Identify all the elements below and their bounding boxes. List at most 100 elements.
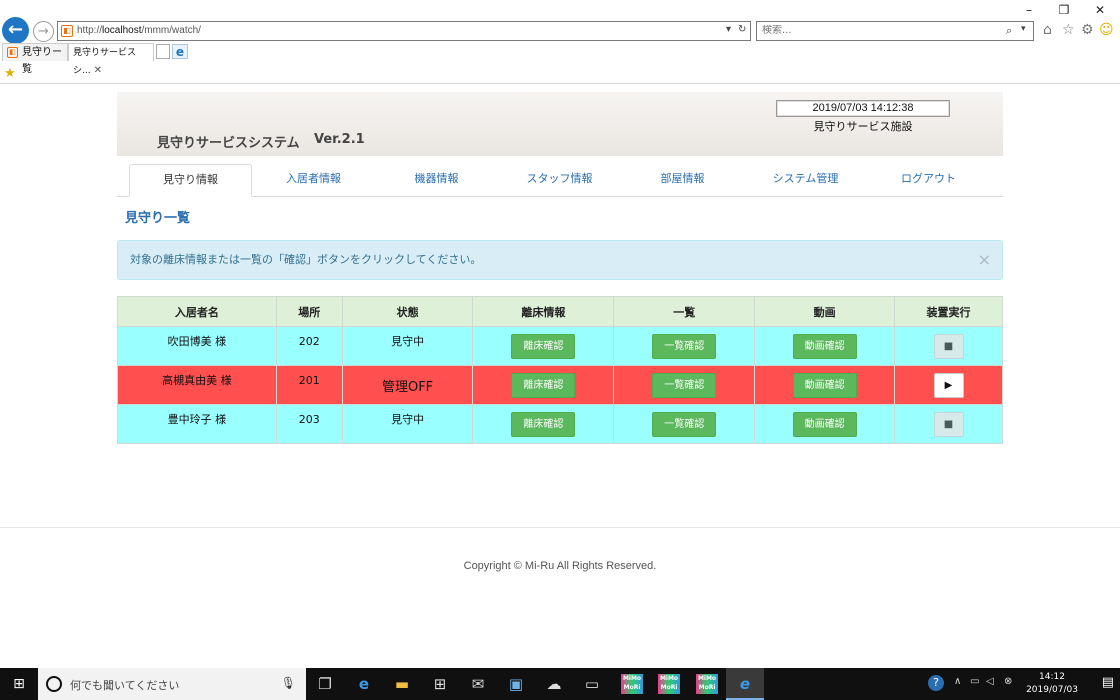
alert-close-icon[interactable]: × — [978, 241, 991, 278]
resident-name: 吹田博美 様 — [167, 335, 227, 348]
clock-time: 14:12 — [1039, 672, 1065, 682]
cortana-icon — [46, 676, 62, 692]
arrow-left-icon: ← — [7, 19, 24, 40]
resident-name: 高槻真由美 様 — [162, 374, 232, 387]
column-header: 場所 — [276, 296, 343, 327]
column-header: 動画 — [754, 296, 896, 327]
tab-close-icon[interactable]: ✕ — [94, 65, 102, 76]
mimamori-app-icon[interactable]: MiMo MoRi — [658, 674, 680, 694]
room-number: 201 — [298, 373, 320, 387]
browser-search-box[interactable]: ⌕ ▾ — [756, 21, 1034, 41]
page-title: 見守り一覧 — [125, 211, 191, 226]
close-window-button[interactable]: ✕ — [1083, 2, 1117, 18]
home-icon[interactable]: ⌂ — [1043, 22, 1052, 38]
column-header: 装置実行 — [894, 296, 1003, 327]
video-check-button[interactable]: 動画確認 — [792, 411, 857, 437]
notification-icon[interactable]: ▤ — [1102, 675, 1114, 690]
volume-icon[interactable]: ◁ — [986, 676, 994, 687]
mimamori-app-icon[interactable]: MiMo MoRi — [696, 674, 718, 694]
network-icon[interactable]: ▭ — [970, 676, 979, 687]
back-button[interactable]: ← — [2, 17, 29, 44]
microphone-icon[interactable]: 🎙 — [281, 676, 296, 690]
smiley-feedback-icon[interactable]: ☺ — [1099, 22, 1114, 38]
alert-message: 対象の離床情報または一覧の「確認」ボタンをクリックしてください。 — [130, 253, 482, 266]
edge-icon[interactable]: e — [345, 668, 383, 700]
browser-tab-2[interactable]: 見守りサービスシ... ✕ — [68, 43, 154, 76]
search-icon[interactable]: ⌕ — [1006, 24, 1012, 38]
column-header: 離床情報 — [472, 296, 615, 327]
tab-logout[interactable]: ログアウト — [867, 164, 990, 197]
stop-icon[interactable]: ■ — [933, 411, 964, 437]
app-title: 見守りサービスシステム — [157, 136, 300, 151]
address-url[interactable]: http://localhost/mmm/watch/ — [77, 25, 201, 36]
room-number: 202 — [298, 334, 320, 348]
address-bar[interactable]: ◧ http://localhost/mmm/watch/ ▾ ↻ — [57, 21, 751, 41]
tab-resident-info[interactable]: 入居者情報 — [252, 164, 375, 197]
task-view-icon[interactable]: ❐ — [306, 668, 344, 700]
table-row: 豊中玲子 様 203 見守中 離床確認 一覧確認 動画確認 ■ — [117, 404, 1003, 444]
taskbar-search-placeholder: 何でも聞いてください — [70, 679, 180, 692]
photos-icon[interactable]: ▣ — [497, 668, 535, 700]
minimize-button[interactable]: – — [1012, 2, 1046, 18]
copyright-text: Copyright © Mi-Ru All Rights Reserved. — [463, 560, 657, 572]
watch-state: 見守中 — [391, 335, 425, 348]
footer-divider — [0, 527, 1120, 528]
table-row: 高槻真由美 様 201 管理OFF 離床確認 一覧確認 動画確認 ▶ — [117, 365, 1003, 405]
tab-system-admin[interactable]: システム管理 — [744, 164, 867, 197]
taskbar-search[interactable]: 何でも聞いてください 🎙 — [38, 668, 306, 700]
favorites-bar-star-icon[interactable]: ★ — [4, 66, 16, 81]
tab-device-info[interactable]: 機器情報 — [375, 164, 498, 197]
play-icon[interactable]: ▶ — [933, 372, 964, 398]
taskbar-clock[interactable]: 14:12 2019/07/03 — [1022, 671, 1082, 697]
favorites-star-icon[interactable]: ☆ — [1062, 22, 1075, 38]
column-header: 一覧 — [613, 296, 756, 327]
watch-state: 見守中 — [391, 413, 425, 426]
settings-gear-icon[interactable]: ⚙ — [1081, 22, 1094, 38]
list-check-button[interactable]: 一覧確認 — [652, 333, 717, 359]
video-check-button[interactable]: 動画確認 — [792, 372, 857, 398]
tab-staff-info[interactable]: スタッフ情報 — [498, 164, 621, 197]
store-icon[interactable]: ⊞ — [421, 668, 459, 700]
browser-search-input[interactable] — [762, 25, 982, 36]
refresh-icon[interactable]: ↻ — [738, 24, 746, 35]
clock-date: 2019/07/03 — [1026, 685, 1078, 695]
terminal-icon[interactable]: ▭ — [573, 668, 611, 700]
bed-check-button[interactable]: 離床確認 — [511, 411, 576, 437]
file-explorer-icon[interactable]: ▬ — [383, 668, 421, 700]
new-tab-button[interactable] — [156, 44, 170, 59]
tab-favicon-icon: ◧ — [7, 47, 18, 58]
address-dropdown-icon[interactable]: ▾ — [726, 24, 731, 35]
page-content: 見守りサービスシステム Ver.2.1 2019/07/03 14:12:38 … — [117, 92, 1003, 444]
bed-check-button[interactable]: 離床確認 — [511, 372, 576, 398]
page-header: 見守りサービスシステム Ver.2.1 2019/07/03 14:12:38 … — [117, 92, 1003, 156]
search-dropdown-icon[interactable]: ▾ — [1021, 24, 1026, 34]
system-tray: ? ∧ ▭ ◁ ⊗ — [920, 668, 1120, 700]
chevron-up-icon[interactable]: ∧ — [954, 676, 961, 687]
stop-icon[interactable]: ■ — [933, 333, 964, 359]
info-alert: 対象の離床情報または一覧の「確認」ボタンをクリックしてください。 × — [117, 240, 1003, 280]
bed-check-button[interactable]: 離床確認 — [511, 333, 576, 359]
site-favicon-icon: ◧ — [61, 25, 73, 37]
forward-button[interactable]: → — [33, 21, 54, 42]
network-app-icon[interactable]: ☁ — [535, 668, 573, 700]
tab-room-info[interactable]: 部屋情報 — [621, 164, 744, 197]
tab-watch-info[interactable]: 見守り情報 — [129, 164, 252, 197]
main-nav: 見守り情報 入居者情報 機器情報 スタッフ情報 部屋情報 システム管理 ログアウ… — [117, 156, 1003, 197]
watch-state: 管理OFF — [381, 379, 434, 395]
list-check-button[interactable]: 一覧確認 — [652, 411, 717, 437]
facility-name: 見守りサービス施設 — [813, 120, 913, 133]
mail-icon[interactable]: ✉ — [459, 668, 497, 700]
internet-explorer-icon[interactable]: e — [726, 668, 764, 700]
help-icon[interactable]: ? — [928, 675, 944, 691]
start-button[interactable]: ⊞ — [0, 668, 38, 700]
browser-tab-1[interactable]: ◧ 見守りー覧 — [2, 43, 68, 75]
table-header-row: 入居者名 場所 状態 離床情報 一覧 動画 装置実行 — [117, 296, 1003, 327]
ie-logo-icon[interactable]: e — [172, 44, 188, 59]
restore-button[interactable]: ❐ — [1047, 2, 1081, 18]
browser-chrome: – ❐ ✕ ← → ◧ http://localhost/mmm/watch/ … — [0, 0, 1120, 84]
mimamori-app-icon[interactable]: MiMo MoRi — [621, 674, 643, 694]
video-check-button[interactable]: 動画確認 — [792, 333, 857, 359]
watch-table: 入居者名 場所 状態 離床情報 一覧 動画 装置実行 吹田博美 様 202 見守… — [117, 296, 1003, 444]
list-check-button[interactable]: 一覧確認 — [652, 372, 717, 398]
ime-icon[interactable]: ⊗ — [1004, 676, 1012, 687]
